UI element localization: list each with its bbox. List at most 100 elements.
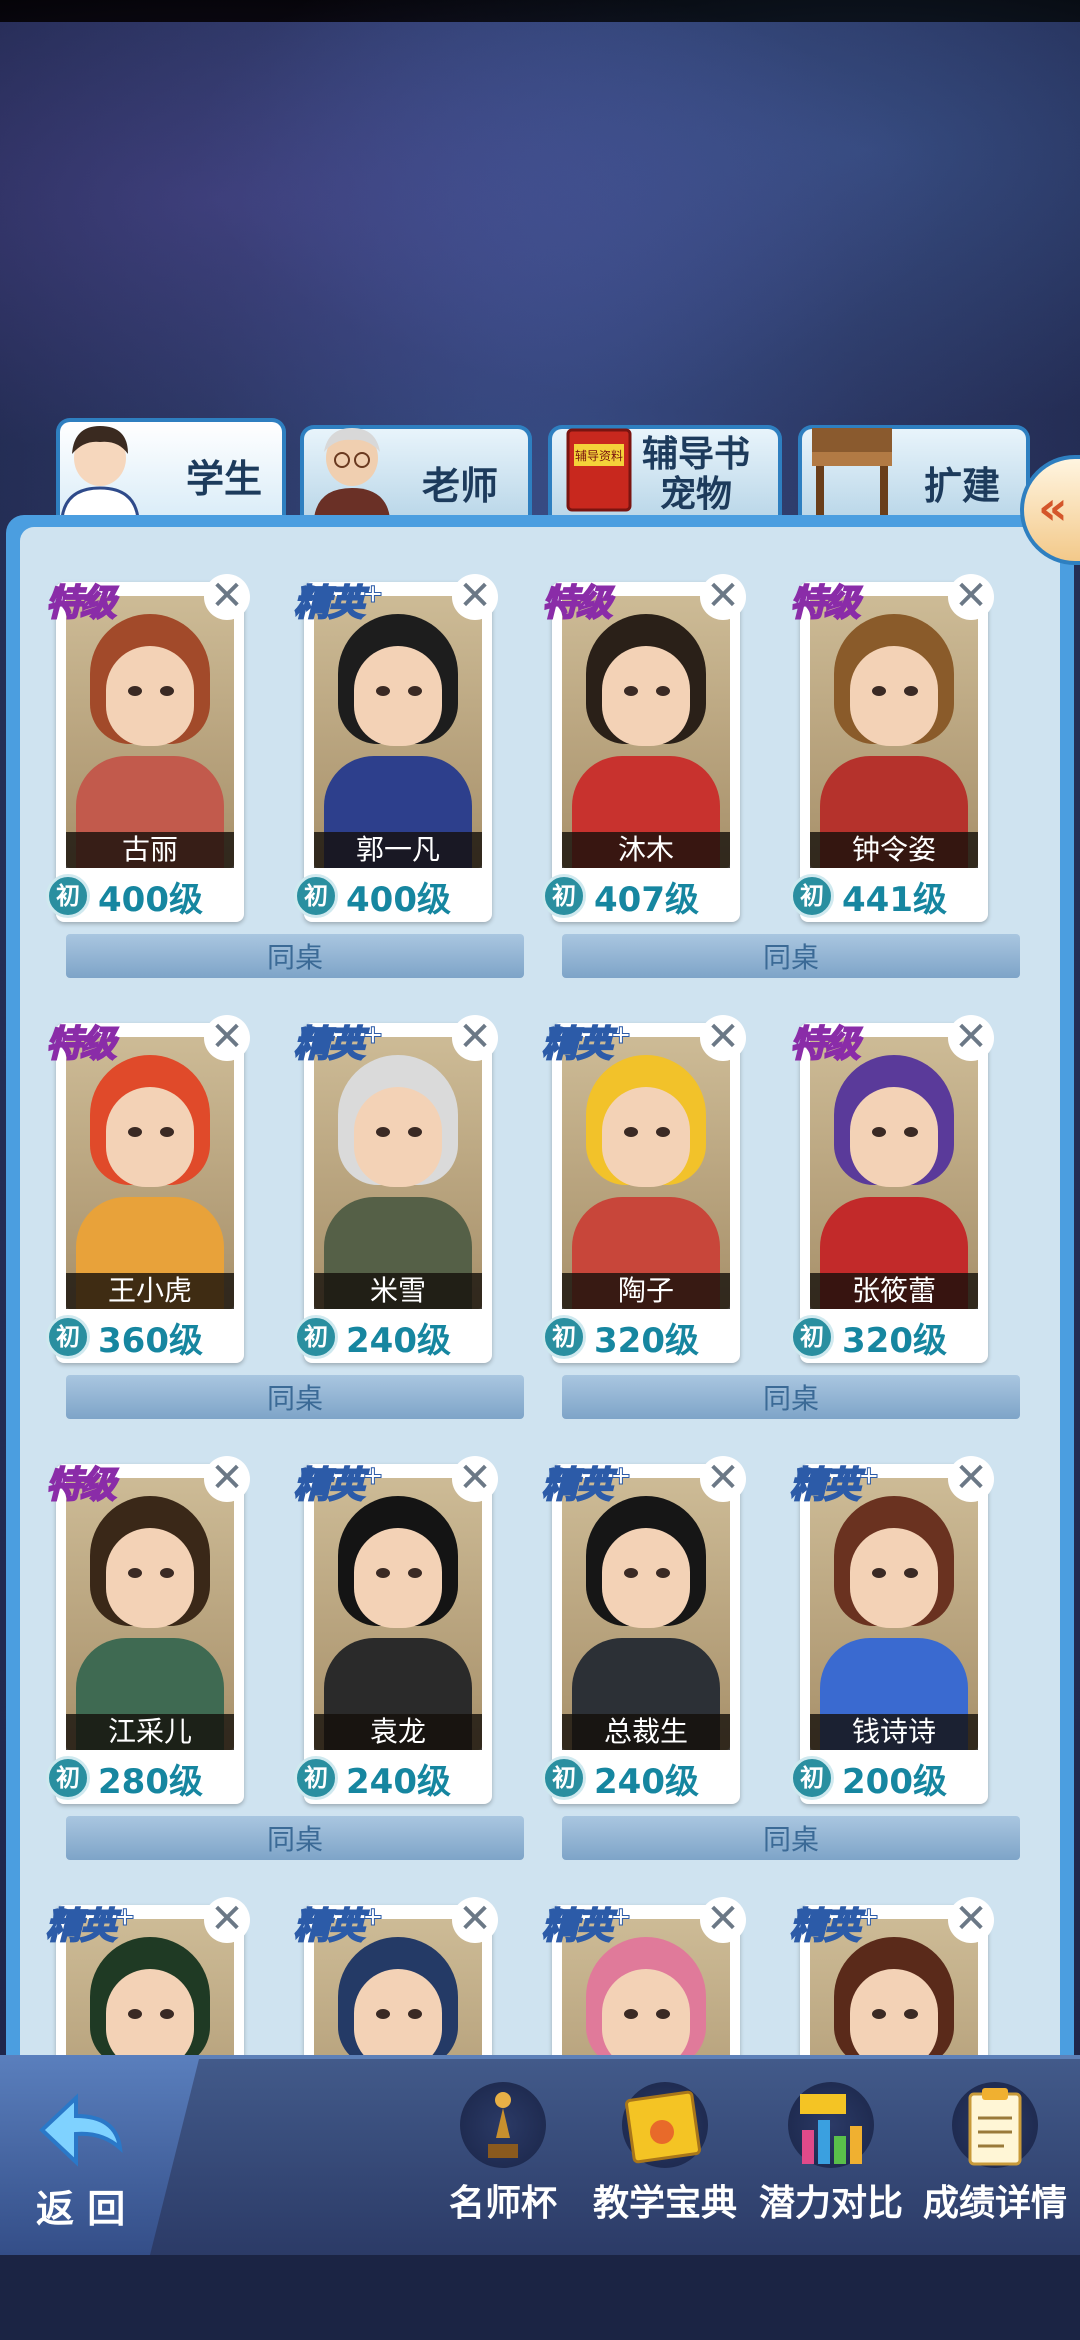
teaching-guide-button[interactable]: 教学宝典	[593, 2082, 737, 2232]
close-icon[interactable]: ✕	[452, 574, 498, 620]
student-portrait	[562, 1478, 730, 1750]
student-level: 400级	[98, 880, 203, 920]
portrait-face	[602, 1528, 690, 1628]
close-icon[interactable]: ✕	[948, 1015, 994, 1061]
grade-badge: 初	[294, 1756, 338, 1800]
student-card[interactable]: 陶子 精英+ ✕ 初 320级	[541, 1015, 746, 1371]
grade-badge: 初	[790, 1315, 834, 1359]
student-card[interactable]: 袁龙 精英+ ✕ 初 240级	[293, 1456, 498, 1812]
desk-label: 同桌	[762, 1382, 819, 1415]
close-icon[interactable]: ✕	[204, 1456, 250, 1502]
desk-icon	[812, 428, 892, 516]
portrait-face	[106, 1528, 194, 1628]
student-name: 钟令姿	[851, 833, 936, 866]
student-level: 200级	[842, 1762, 947, 1802]
close-icon[interactable]: ✕	[204, 574, 250, 620]
rank-elite-badge: 精英+	[293, 579, 384, 626]
portrait-face	[602, 646, 690, 746]
student-portrait	[66, 1037, 234, 1309]
portrait-face	[106, 1087, 194, 1187]
famous-teacher-cup-button[interactable]: 名师杯	[438, 2082, 568, 2232]
name-bar: 陶子	[562, 1273, 730, 1309]
close-icon[interactable]: ✕	[700, 574, 746, 620]
rank-elite-badge: 精英+	[293, 1902, 384, 1949]
student-grid[interactable]: 古丽 特级 ✕ 初 400级 郭一凡 精英+ ✕ 初 400级 沐木 特级 ✕ 初 407级 钟令姿 特级 ✕ 初 4…	[20, 527, 1060, 2245]
grade-badge: 初	[542, 1315, 586, 1359]
double-chevron-left-icon: «	[1038, 481, 1068, 535]
rank-special-badge: 特级	[45, 1023, 117, 1066]
name-bar: 江采儿	[66, 1714, 234, 1750]
student-level: 240级	[346, 1762, 451, 1802]
tab-books-pets[interactable]: 辅导资料 辅导书 宠物	[548, 425, 782, 520]
close-icon[interactable]: ✕	[948, 574, 994, 620]
back-arrow-icon[interactable]	[36, 2090, 126, 2170]
student-portrait	[66, 1478, 234, 1750]
close-icon[interactable]: ✕	[452, 1897, 498, 1943]
student-card[interactable]: 米雪 精英+ ✕ 初 240级	[293, 1015, 498, 1371]
student-level: 400级	[346, 880, 451, 920]
bar-chart-icon	[800, 2094, 862, 2164]
student-card[interactable]: 古丽 特级 ✕ 初 400级	[45, 574, 250, 930]
close-icon[interactable]: ✕	[700, 1456, 746, 1502]
close-icon[interactable]: ✕	[700, 1015, 746, 1061]
student-card[interactable]: 钱诗诗 精英+ ✕ 初 200级	[789, 1456, 994, 1812]
rank-elite-badge: 精英+	[293, 1461, 384, 1508]
rank-elite-badge: 精英+	[293, 1020, 384, 1067]
portrait-face	[850, 1969, 938, 2069]
desk-label: 同桌	[762, 1823, 819, 1856]
portrait-face	[850, 1528, 938, 1628]
portrait-face	[850, 646, 938, 746]
student-name: 江采儿	[107, 1715, 192, 1748]
student-portrait	[562, 1037, 730, 1309]
teaching-guide-label: 教学宝典	[592, 2183, 737, 2224]
name-bar: 钟令姿	[810, 832, 978, 868]
tab-expand[interactable]: 扩建	[798, 425, 1030, 520]
desk-label: 同桌	[266, 1823, 323, 1856]
bottom-strip	[0, 2255, 1080, 2340]
student-card[interactable]: 总裁生 精英+ ✕ 初 240级	[541, 1456, 746, 1812]
desk-pair-bar[interactable]: 同桌	[562, 1375, 1020, 1419]
tab-teachers[interactable]: 老师	[300, 425, 532, 520]
student-card[interactable]: 江采儿 特级 ✕ 初 280级	[45, 1456, 250, 1812]
tab-books-label: 辅导书	[642, 434, 751, 475]
student-portrait	[314, 596, 482, 868]
portrait-face	[354, 646, 442, 746]
name-bar: 古丽	[66, 832, 234, 868]
close-icon[interactable]: ✕	[452, 1456, 498, 1502]
score-details-button[interactable]: 成绩详情	[923, 2082, 1067, 2232]
portrait-face	[106, 1969, 194, 2069]
close-icon[interactable]: ✕	[700, 1897, 746, 1943]
name-bar: 沐木	[562, 832, 730, 868]
student-level: 320级	[594, 1321, 699, 1361]
portrait-face	[850, 1087, 938, 1187]
tab-students[interactable]: 学生	[56, 418, 286, 520]
grade-badge: 初	[790, 1756, 834, 1800]
student-level: 360级	[98, 1321, 203, 1361]
desk-pair-bar[interactable]: 同桌	[562, 1816, 1020, 1860]
student-card[interactable]: 王小虎 特级 ✕ 初 360级	[45, 1015, 250, 1371]
portrait-face	[354, 1087, 442, 1187]
student-portrait	[562, 596, 730, 868]
desk-pair-bar[interactable]: 同桌	[562, 934, 1020, 978]
student-card[interactable]: 张筱蕾 特级 ✕ 初 320级	[789, 1015, 994, 1371]
student-avatar-icon	[60, 426, 140, 518]
close-icon[interactable]: ✕	[452, 1015, 498, 1061]
student-card[interactable]: 郭一凡 精英+ ✕ 初 400级	[293, 574, 498, 930]
close-icon[interactable]: ✕	[948, 1897, 994, 1943]
desk-pair-bar[interactable]: 同桌	[66, 1816, 524, 1860]
close-icon[interactable]: ✕	[948, 1456, 994, 1502]
name-bar: 袁龙	[314, 1714, 482, 1750]
desk-pair-bar[interactable]: 同桌	[66, 934, 524, 978]
student-card[interactable]: 钟令姿 特级 ✕ 初 441级	[789, 574, 994, 930]
close-icon[interactable]: ✕	[204, 1015, 250, 1061]
back-button-label[interactable]: 返 回	[36, 2178, 125, 2233]
student-name: 古丽	[121, 833, 178, 866]
close-icon[interactable]: ✕	[204, 1897, 250, 1943]
student-portrait	[314, 1478, 482, 1750]
student-name: 沐木	[617, 833, 674, 866]
potential-compare-button[interactable]: 潜力对比	[759, 2082, 903, 2232]
student-name: 袁龙	[369, 1715, 426, 1748]
student-card[interactable]: 沐木 特级 ✕ 初 407级	[541, 574, 746, 930]
tab-books-pets-label: 辅导书 宠物	[642, 435, 750, 515]
desk-pair-bar[interactable]: 同桌	[66, 1375, 524, 1419]
